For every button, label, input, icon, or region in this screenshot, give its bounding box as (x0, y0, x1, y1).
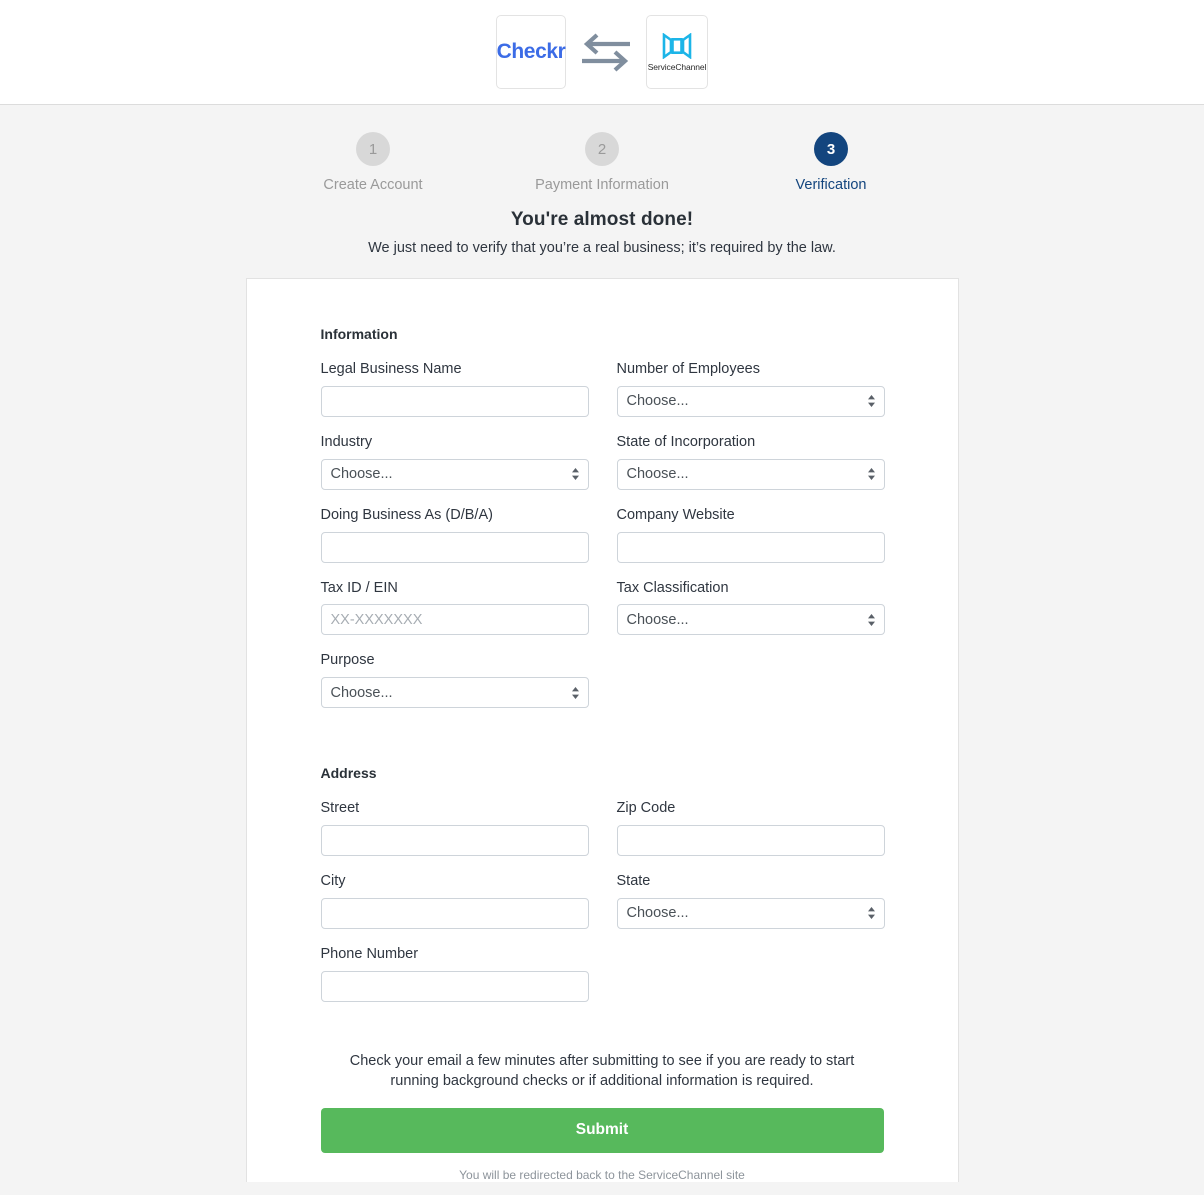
purpose-select[interactable]: Choose... (320, 677, 589, 709)
field-label: Phone Number (320, 945, 419, 962)
field-label: Doing Business As (D/B/A) (320, 506, 493, 523)
field-purpose: Purpose Choose... (320, 651, 589, 709)
step-number-badge: 3 (814, 132, 848, 166)
field-industry: Industry Choose... (320, 433, 589, 490)
field-label: State (616, 873, 651, 890)
tax-id-input[interactable] (320, 604, 589, 636)
number-of-employees-select[interactable]: Choose... (616, 385, 885, 417)
field-label: Tax Classification (616, 579, 729, 596)
step-verification[interactable]: 3 Verification (717, 132, 946, 193)
grid-spacer (617, 651, 885, 724)
chevron-updown-icon (867, 467, 876, 481)
tax-classification-select[interactable]: Choose... (616, 604, 885, 636)
step-label: Payment Information (535, 177, 669, 193)
field-label: Zip Code (616, 800, 676, 817)
select-value: Choose... (626, 611, 689, 628)
field-legal-business-name: Legal Business Name (320, 360, 589, 417)
field-dba: Doing Business As (D/B/A) (320, 506, 589, 563)
field-label: Tax ID / EIN (320, 579, 398, 596)
field-label: City (320, 873, 346, 890)
dba-input[interactable] (320, 531, 589, 563)
field-phone-number: Phone Number (320, 945, 589, 1002)
step-label: Create Account (323, 177, 423, 193)
grid-spacer (617, 945, 885, 1018)
industry-select[interactable]: Choose... (320, 458, 589, 490)
field-label: Company Website (616, 506, 735, 523)
select-value: Choose... (330, 466, 393, 483)
city-input[interactable] (320, 897, 589, 929)
swap-arrows-icon (580, 31, 632, 73)
step-payment-information[interactable]: 2 Payment Information (488, 132, 717, 193)
company-website-input[interactable] (616, 531, 885, 563)
submit-button[interactable]: Submit (320, 1107, 884, 1153)
servicechannel-wordmark: ServiceChannel (647, 61, 707, 72)
field-company-website: Company Website (616, 506, 885, 563)
submit-instructions: Check your email a few minutes after sub… (349, 1052, 855, 1090)
select-value: Choose... (626, 466, 689, 483)
state-select[interactable]: Choose... (616, 897, 885, 929)
field-state-of-incorporation: State of Incorporation Choose... (616, 433, 885, 490)
phone-number-input[interactable] (320, 970, 589, 1002)
address-fields-grid: Street Zip Code City State Choose... Pho… (320, 799, 885, 1018)
servicechannel-mark-icon (662, 32, 692, 59)
step-create-account[interactable]: 1 Create Account (259, 132, 488, 193)
verification-form-card: Information Legal Business Name Number o… (245, 278, 959, 1182)
field-label: State of Incorporation (616, 433, 756, 450)
checkr-logo-tile: Checkr (496, 15, 566, 89)
chevron-updown-icon (571, 467, 580, 481)
chevron-updown-icon (867, 613, 876, 627)
field-label: Industry (320, 433, 373, 450)
page-subtitle: We just need to verify that you’re a rea… (368, 240, 836, 256)
information-section-title: Information (320, 326, 398, 342)
servicechannel-logo-tile: ServiceChannel (646, 15, 708, 89)
field-state: State Choose... (616, 872, 885, 929)
site-header: Checkr ServiceChannel (0, 0, 1204, 105)
field-label: Legal Business Name (320, 361, 462, 377)
step-number-badge: 2 (585, 132, 619, 166)
chevron-updown-icon (571, 686, 580, 700)
redirect-note: You will be redirected back to the Servi… (459, 1167, 745, 1182)
field-label: Number of Employees (616, 361, 760, 377)
address-section-title: Address (320, 765, 377, 782)
field-number-of-employees: Number of Employees Choose... (616, 360, 885, 417)
progress-stepper: 1 Create Account 2 Payment Information 3… (0, 105, 1204, 193)
field-label: Purpose (320, 652, 375, 669)
field-street: Street (320, 799, 589, 857)
chevron-updown-icon (867, 394, 876, 408)
field-tax-id: Tax ID / EIN (320, 579, 589, 636)
field-tax-classification: Tax Classification Choose... (616, 579, 885, 636)
legal-business-name-input[interactable] (320, 385, 589, 417)
select-value: Choose... (626, 393, 689, 410)
step-number-badge: 1 (356, 132, 390, 166)
intro-block: You're almost done! We just need to veri… (0, 209, 1204, 256)
chevron-updown-icon (867, 906, 876, 920)
street-input[interactable] (320, 825, 589, 857)
select-value: Choose... (626, 905, 689, 922)
zip-code-input[interactable] (616, 825, 885, 857)
state-of-incorporation-select[interactable]: Choose... (616, 458, 885, 490)
field-label: Street (320, 800, 360, 817)
information-fields-grid: Legal Business Name Number of Employees … (320, 360, 885, 724)
page-title: You're almost done! (510, 209, 694, 230)
checkr-wordmark: Checkr (496, 40, 566, 63)
field-city: City (320, 872, 589, 929)
partner-logo-row: Checkr ServiceChannel (496, 15, 708, 89)
select-value: Choose... (330, 684, 393, 701)
step-label: Verification (795, 177, 867, 193)
field-zip-code: Zip Code (616, 799, 885, 857)
